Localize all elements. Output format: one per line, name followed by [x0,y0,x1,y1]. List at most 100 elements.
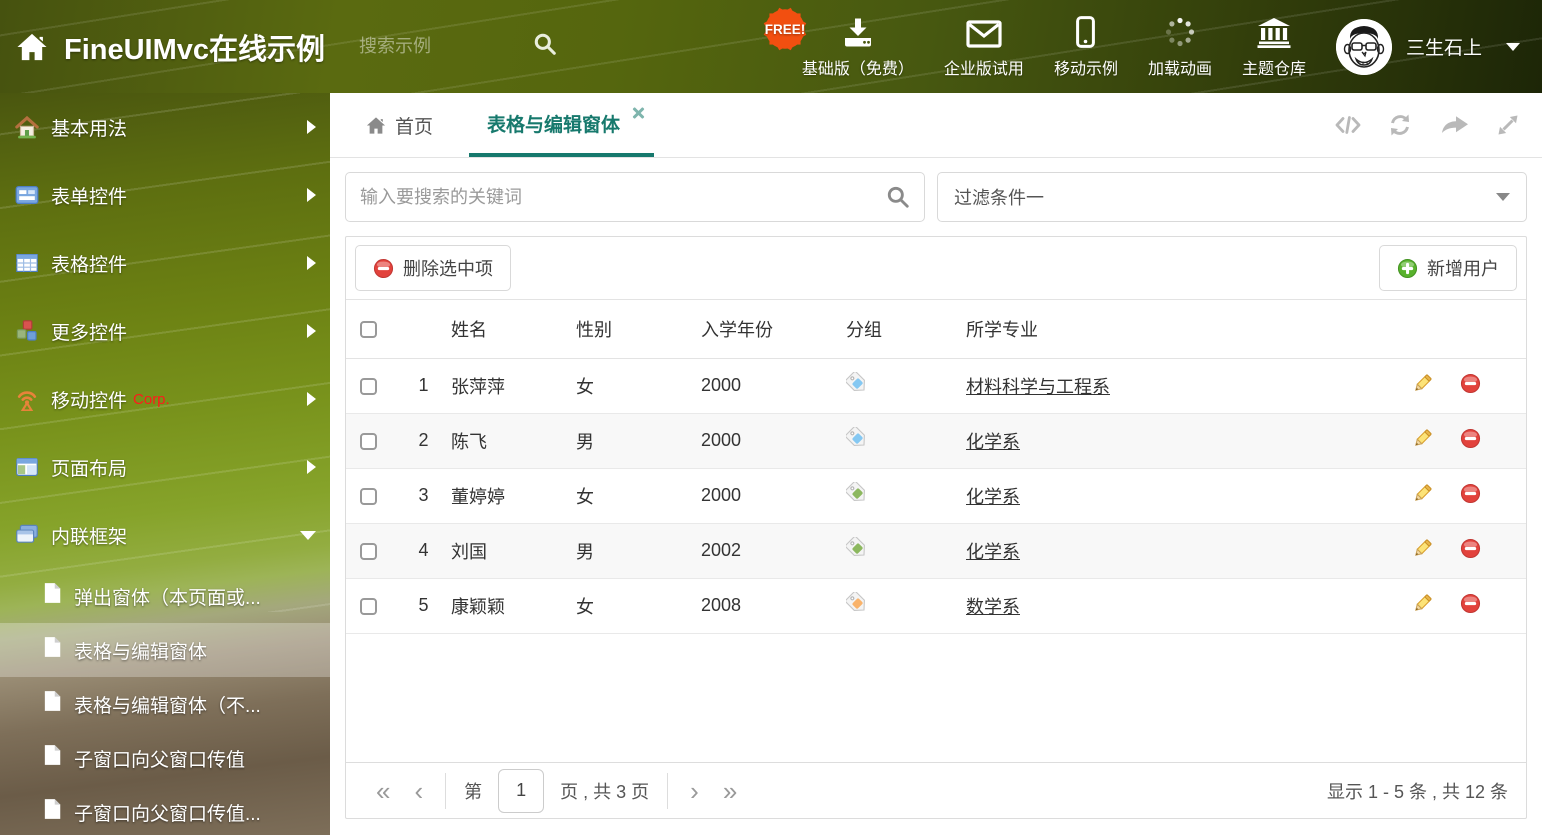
bank-icon [1256,14,1292,48]
nav-label: 企业版试用 [943,61,1024,78]
edit-icon[interactable] [1412,428,1433,449]
header-search-input[interactable] [359,36,510,57]
column-header-num [396,300,451,359]
chevron-right-icon [307,256,316,270]
delete-icon[interactable] [1460,593,1481,614]
home-icon[interactable] [16,32,48,62]
cell-year: 2002 [701,523,846,579]
nav-mobile-demo[interactable]: 移动示例 [1054,14,1118,79]
chevron-down-icon [1496,193,1510,201]
keyword-search-box [345,172,925,222]
nav-basic-edition[interactable]: FREE! 基础版（免费） [763,7,914,79]
chevron-right-icon [307,460,316,474]
user-menu[interactable]: 三生石上 [1335,18,1520,75]
row-number: 3 [396,468,451,524]
edit-icon[interactable] [1412,593,1433,614]
form-icon [15,183,39,207]
delete-icon[interactable] [1460,373,1481,394]
sidebar-subitem-child-to-parent-2[interactable]: 子窗口向父窗口传值... [0,785,330,835]
home-icon [366,116,386,134]
sidebar-item-basic-usage[interactable]: 基本用法 [0,93,330,161]
tab-home[interactable]: 首页 [348,93,451,157]
search-icon[interactable] [886,185,910,209]
page-number-input[interactable] [498,768,545,813]
major-link[interactable]: 化学系 [966,487,1020,507]
sidebar-subitem-label: 子窗口向父窗口传值... [74,803,261,825]
row-checkbox[interactable] [360,487,377,505]
last-page-icon[interactable] [711,778,749,804]
filter-row: 过滤条件一 [345,172,1527,222]
share-icon[interactable] [1439,113,1469,137]
delete-selected-button[interactable]: 删除选中项 [355,245,511,291]
tab-grid-edit-window[interactable]: 表格与编辑窗体 [469,93,655,157]
sidebar-item-label: 表格控件 [51,254,128,276]
delete-icon[interactable] [1460,483,1481,504]
cell-year: 2008 [701,578,846,634]
sidebar-subitem-child-to-parent[interactable]: 子窗口向父窗口传值 [0,731,330,785]
tag-icon [846,482,868,504]
cell-name: 刘国 [451,523,576,579]
row-checkbox[interactable] [360,542,377,560]
next-page-icon[interactable] [678,778,711,804]
edit-icon[interactable] [1412,483,1433,504]
row-checkbox[interactable] [360,597,377,615]
major-link[interactable]: 数学系 [966,597,1020,617]
sidebar-subitem-grid-edit-window[interactable]: 表格与编辑窗体 [0,623,330,677]
record-summary: 显示 1 - 5 条 , 共 12 条 [1326,781,1508,802]
nav-enterprise-trial[interactable]: 企业版试用 [944,14,1024,79]
column-header-name: 姓名 [451,300,576,359]
row-checkbox[interactable] [360,377,377,395]
nav-loading-animation[interactable]: 加载动画 [1148,14,1212,79]
sidebar-subitem-grid-edit-window-2[interactable]: 表格与编辑窗体（不... [0,677,330,731]
users-table: 姓名 性别 入学年份 分组 所学专业 1 张萍萍 女 2000 材料科学与工程系… [346,300,1526,634]
add-user-button[interactable]: 新增用户 [1379,245,1517,291]
file-icon [42,744,62,772]
sidebar-item-label: 基本用法 [51,118,128,140]
row-checkbox[interactable] [360,432,377,450]
nav-label: 基础版（免费） [801,61,914,78]
file-icon [42,582,62,610]
search-icon[interactable] [533,32,557,61]
major-link[interactable]: 化学系 [966,432,1020,452]
select-all-checkbox[interactable] [360,321,377,338]
delete-icon[interactable] [1460,428,1481,449]
filter-dropdown[interactable]: 过滤条件一 [937,172,1527,222]
chevron-right-icon [307,324,316,338]
keyword-search-input[interactable] [360,186,886,208]
page-prefix: 第 [464,781,483,802]
row-number: 2 [396,413,451,469]
nav-theme-repo[interactable]: 主题仓库 [1242,14,1306,79]
major-link[interactable]: 材料科学与工程系 [966,377,1110,397]
mobile-icon [1076,14,1096,48]
chevron-right-icon [307,392,316,406]
cell-name: 董婷婷 [451,468,576,524]
chevron-down-icon [300,530,316,540]
sidebar-subitem-popup-window[interactable]: 弹出窗体（本页面或... [0,569,330,623]
sidebar-item-mobile-controls[interactable]: 移动控件 Corp. [0,365,330,433]
major-link[interactable]: 化学系 [966,542,1020,562]
close-icon[interactable] [632,107,644,119]
nav-label: 主题仓库 [1241,61,1306,78]
refresh-icon[interactable] [1388,113,1412,137]
sidebar-subitem-label: 弹出窗体（本页面或... [74,587,261,609]
envelope-icon [966,14,1002,48]
tab-label: 首页 [395,116,434,138]
edit-icon[interactable] [1412,538,1433,559]
first-page-icon[interactable] [364,778,402,804]
expand-icon[interactable] [1496,113,1520,137]
sidebar-item-grid-controls[interactable]: 表格控件 [0,229,330,297]
sidebar-item-more-controls[interactable]: 更多控件 [0,297,330,365]
cell-year: 2000 [701,468,846,524]
table-row: 2 陈飞 男 2000 化学系 [346,413,1526,469]
prev-page-icon[interactable] [402,778,435,804]
tab-bar: 首页 表格与编辑窗体 [330,93,1542,158]
page-suffix: 页 , 共 3 页 [560,781,650,802]
delete-icon[interactable] [1460,538,1481,559]
sidebar-item-form-controls[interactable]: 表单控件 [0,161,330,229]
sidebar-item-page-layout[interactable]: 页面布局 [0,433,330,501]
sidebar-item-iframe[interactable]: 内联框架 [0,501,330,569]
source-code-icon[interactable] [1335,114,1361,136]
cell-gender: 男 [576,523,701,579]
edit-icon[interactable] [1412,373,1433,394]
cell-year: 2000 [701,358,846,414]
